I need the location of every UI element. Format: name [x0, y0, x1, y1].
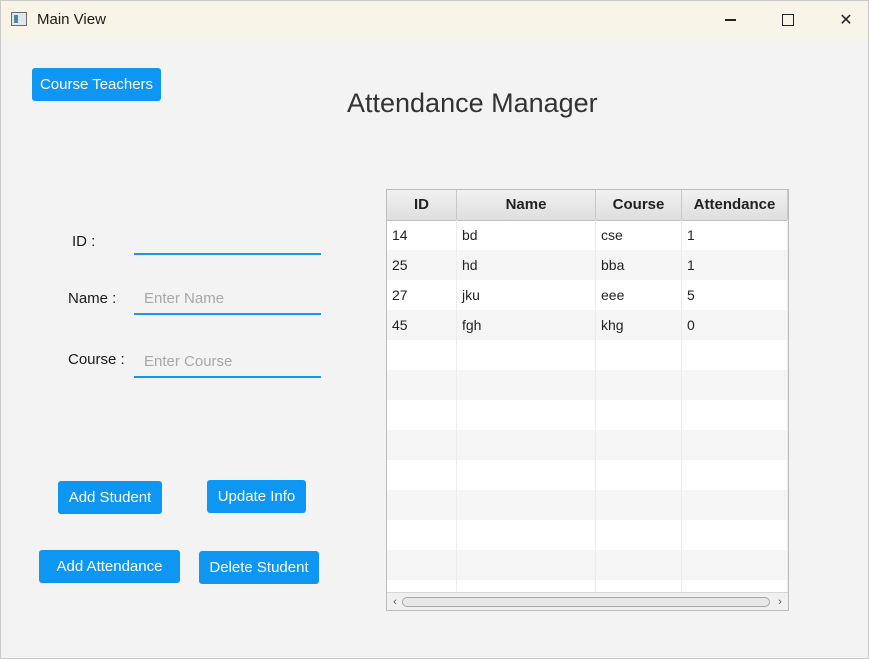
table-cell — [387, 340, 457, 370]
table-cell — [682, 400, 788, 430]
table-cell — [387, 490, 457, 520]
table-cell: 0 — [682, 310, 788, 340]
window-title: Main View — [37, 11, 106, 28]
scrollbar-thumb[interactable] — [402, 597, 770, 607]
column-header-name[interactable]: Name — [457, 190, 596, 220]
update-info-button[interactable]: Update Info — [207, 480, 306, 513]
title-bar: Main View ✕ — [1, 1, 868, 39]
table-cell: 25 — [387, 250, 457, 280]
name-field[interactable] — [134, 283, 321, 315]
course-label: Course : — [68, 351, 125, 368]
maximize-icon — [782, 14, 794, 26]
table-cell — [596, 520, 682, 550]
page-title: Attendance Manager — [347, 88, 598, 118]
horizontal-scrollbar[interactable]: ‹ › — [387, 592, 788, 610]
table-cell — [457, 340, 596, 370]
table-cell — [682, 370, 788, 400]
table-cell — [596, 550, 682, 580]
table-cell: 45 — [387, 310, 457, 340]
table-cell — [682, 550, 788, 580]
table-cell — [682, 460, 788, 490]
table-cell: 1 — [682, 220, 788, 250]
table-cell: bd — [457, 220, 596, 250]
table-cell: 14 — [387, 220, 457, 250]
minimize-icon — [724, 19, 736, 21]
column-header-attendance[interactable]: Attendance — [682, 190, 788, 220]
table-cell — [457, 520, 596, 550]
table-cell — [457, 550, 596, 580]
table-cell: bba — [596, 250, 682, 280]
table-cell — [596, 370, 682, 400]
table-row[interactable] — [387, 430, 788, 460]
name-label: Name : — [68, 290, 117, 307]
students-table[interactable]: ID Name Course Attendance 14 bd cse 1 25 hd bb… — [386, 189, 789, 611]
column-header-course[interactable]: Course — [596, 190, 682, 220]
delete-student-button[interactable]: Delete Student — [199, 551, 319, 584]
id-field[interactable] — [134, 223, 321, 255]
table-cell: fgh — [457, 310, 596, 340]
table-cell — [457, 400, 596, 430]
table-cell: khg — [596, 310, 682, 340]
table-cell: 5 — [682, 280, 788, 310]
table-cell — [596, 340, 682, 370]
table-cell — [596, 430, 682, 460]
table-cell — [682, 340, 788, 370]
table-row[interactable] — [387, 400, 788, 430]
add-student-button[interactable]: Add Student — [58, 481, 162, 514]
table-cell: cse — [596, 220, 682, 250]
table-cell — [596, 400, 682, 430]
table-cell — [457, 430, 596, 460]
table-row[interactable] — [387, 370, 788, 400]
table-cell — [457, 490, 596, 520]
table-cell — [596, 490, 682, 520]
table-row[interactable]: 45 fgh khg 0 — [387, 310, 788, 340]
table-cell — [457, 370, 596, 400]
minimize-button[interactable] — [707, 1, 753, 39]
scroll-right-icon[interactable]: › — [773, 595, 787, 609]
table-cell — [682, 520, 788, 550]
table-row[interactable]: 27 jku eee 5 — [387, 280, 788, 310]
id-label: ID : — [72, 233, 96, 250]
table-row[interactable]: 25 hd bba 1 — [387, 250, 788, 280]
scroll-left-icon[interactable]: ‹ — [388, 595, 402, 609]
course-field[interactable] — [134, 346, 321, 378]
table-cell — [387, 430, 457, 460]
table-row[interactable] — [387, 460, 788, 490]
app-icon — [11, 12, 27, 26]
table-cell: hd — [457, 250, 596, 280]
table-cell — [387, 550, 457, 580]
table-row[interactable] — [387, 340, 788, 370]
table-row[interactable]: 14 bd cse 1 — [387, 220, 788, 250]
table-cell: 27 — [387, 280, 457, 310]
table-header: ID Name Course Attendance — [387, 190, 788, 221]
table-cell — [387, 370, 457, 400]
close-icon: ✕ — [839, 12, 853, 29]
table-cell: eee — [596, 280, 682, 310]
table-cell — [682, 430, 788, 460]
maximize-button[interactable] — [765, 1, 811, 39]
table-row[interactable] — [387, 490, 788, 520]
table-cell — [387, 460, 457, 490]
table-cell — [457, 460, 596, 490]
table-cell: jku — [457, 280, 596, 310]
table-row[interactable] — [387, 520, 788, 550]
course-teachers-button[interactable]: Course Teachers — [32, 68, 161, 101]
table-cell — [682, 490, 788, 520]
add-attendance-button[interactable]: Add Attendance — [39, 550, 180, 583]
column-header-id[interactable]: ID — [387, 190, 457, 220]
main-window: Main View ✕ Course Teachers Attendance M… — [0, 0, 869, 659]
table-cell — [387, 400, 457, 430]
close-button[interactable]: ✕ — [823, 1, 869, 39]
table-cell — [387, 520, 457, 550]
table-row[interactable] — [387, 550, 788, 580]
table-cell — [596, 460, 682, 490]
table-cell: 1 — [682, 250, 788, 280]
